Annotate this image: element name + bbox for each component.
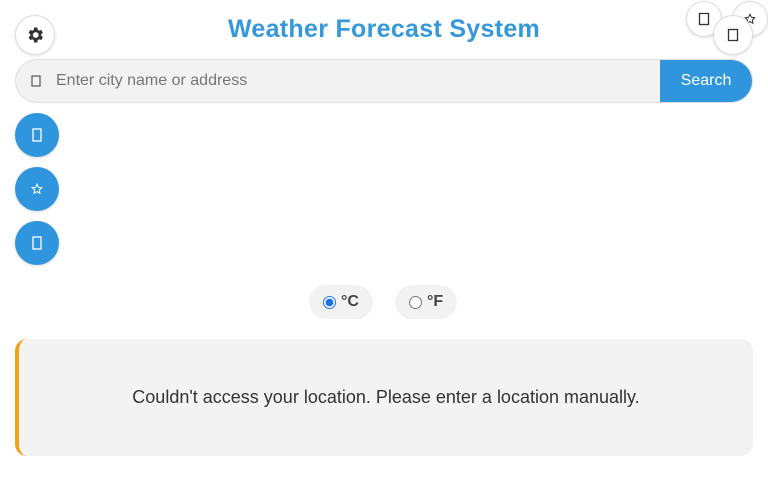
search-input[interactable] (56, 60, 660, 102)
search-button[interactable]: Search (660, 60, 752, 102)
fahrenheit-radio[interactable] (409, 295, 422, 309)
search-icon (16, 60, 56, 102)
unit-fahrenheit-option[interactable]: °F (395, 285, 458, 319)
unit-celsius-option[interactable]: °C (309, 285, 373, 319)
favorites-button[interactable] (15, 167, 59, 211)
page-title: Weather Forecast System (227, 15, 541, 43)
celsius-radio[interactable] (323, 295, 336, 309)
menu-button[interactable] (713, 15, 753, 55)
moon-icon (727, 28, 739, 42)
search-bar: Search (15, 59, 753, 103)
location-error-card: Couldn't access your location. Please en… (15, 339, 753, 456)
fahrenheit-label: °F (427, 293, 444, 310)
current-location-button[interactable] (15, 113, 59, 157)
history-button[interactable] (15, 221, 59, 265)
location-icon (32, 128, 42, 142)
star-icon (31, 183, 43, 195)
celsius-label: °C (341, 293, 359, 310)
moon-icon (698, 12, 710, 26)
location-error-message: Couldn't access your location. Please en… (132, 387, 640, 407)
history-icon (32, 236, 42, 250)
